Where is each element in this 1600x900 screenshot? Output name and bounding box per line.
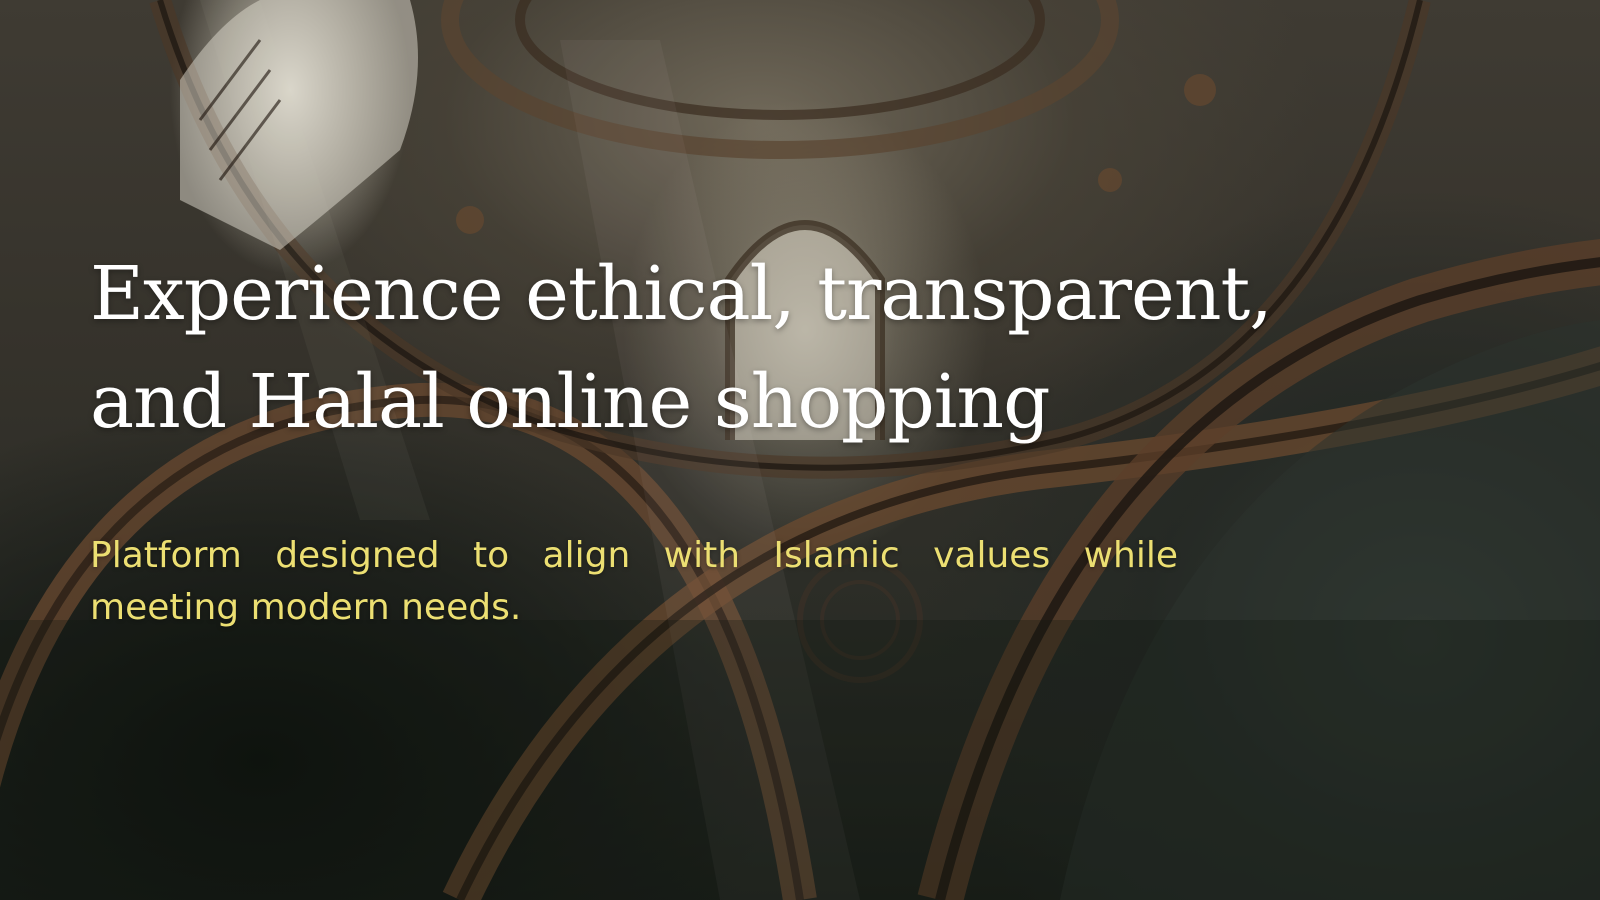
- hero-headline: Experience ethical, transparent, and Hal…: [90, 251, 1273, 445]
- hero-section: Experience ethical, transparent, and Hal…: [0, 0, 1600, 900]
- hero-subtitle: Platform designed to align with Islamic …: [90, 535, 1178, 628]
- hero-content: Experience ethical, transparent, and Hal…: [90, 240, 1390, 634]
